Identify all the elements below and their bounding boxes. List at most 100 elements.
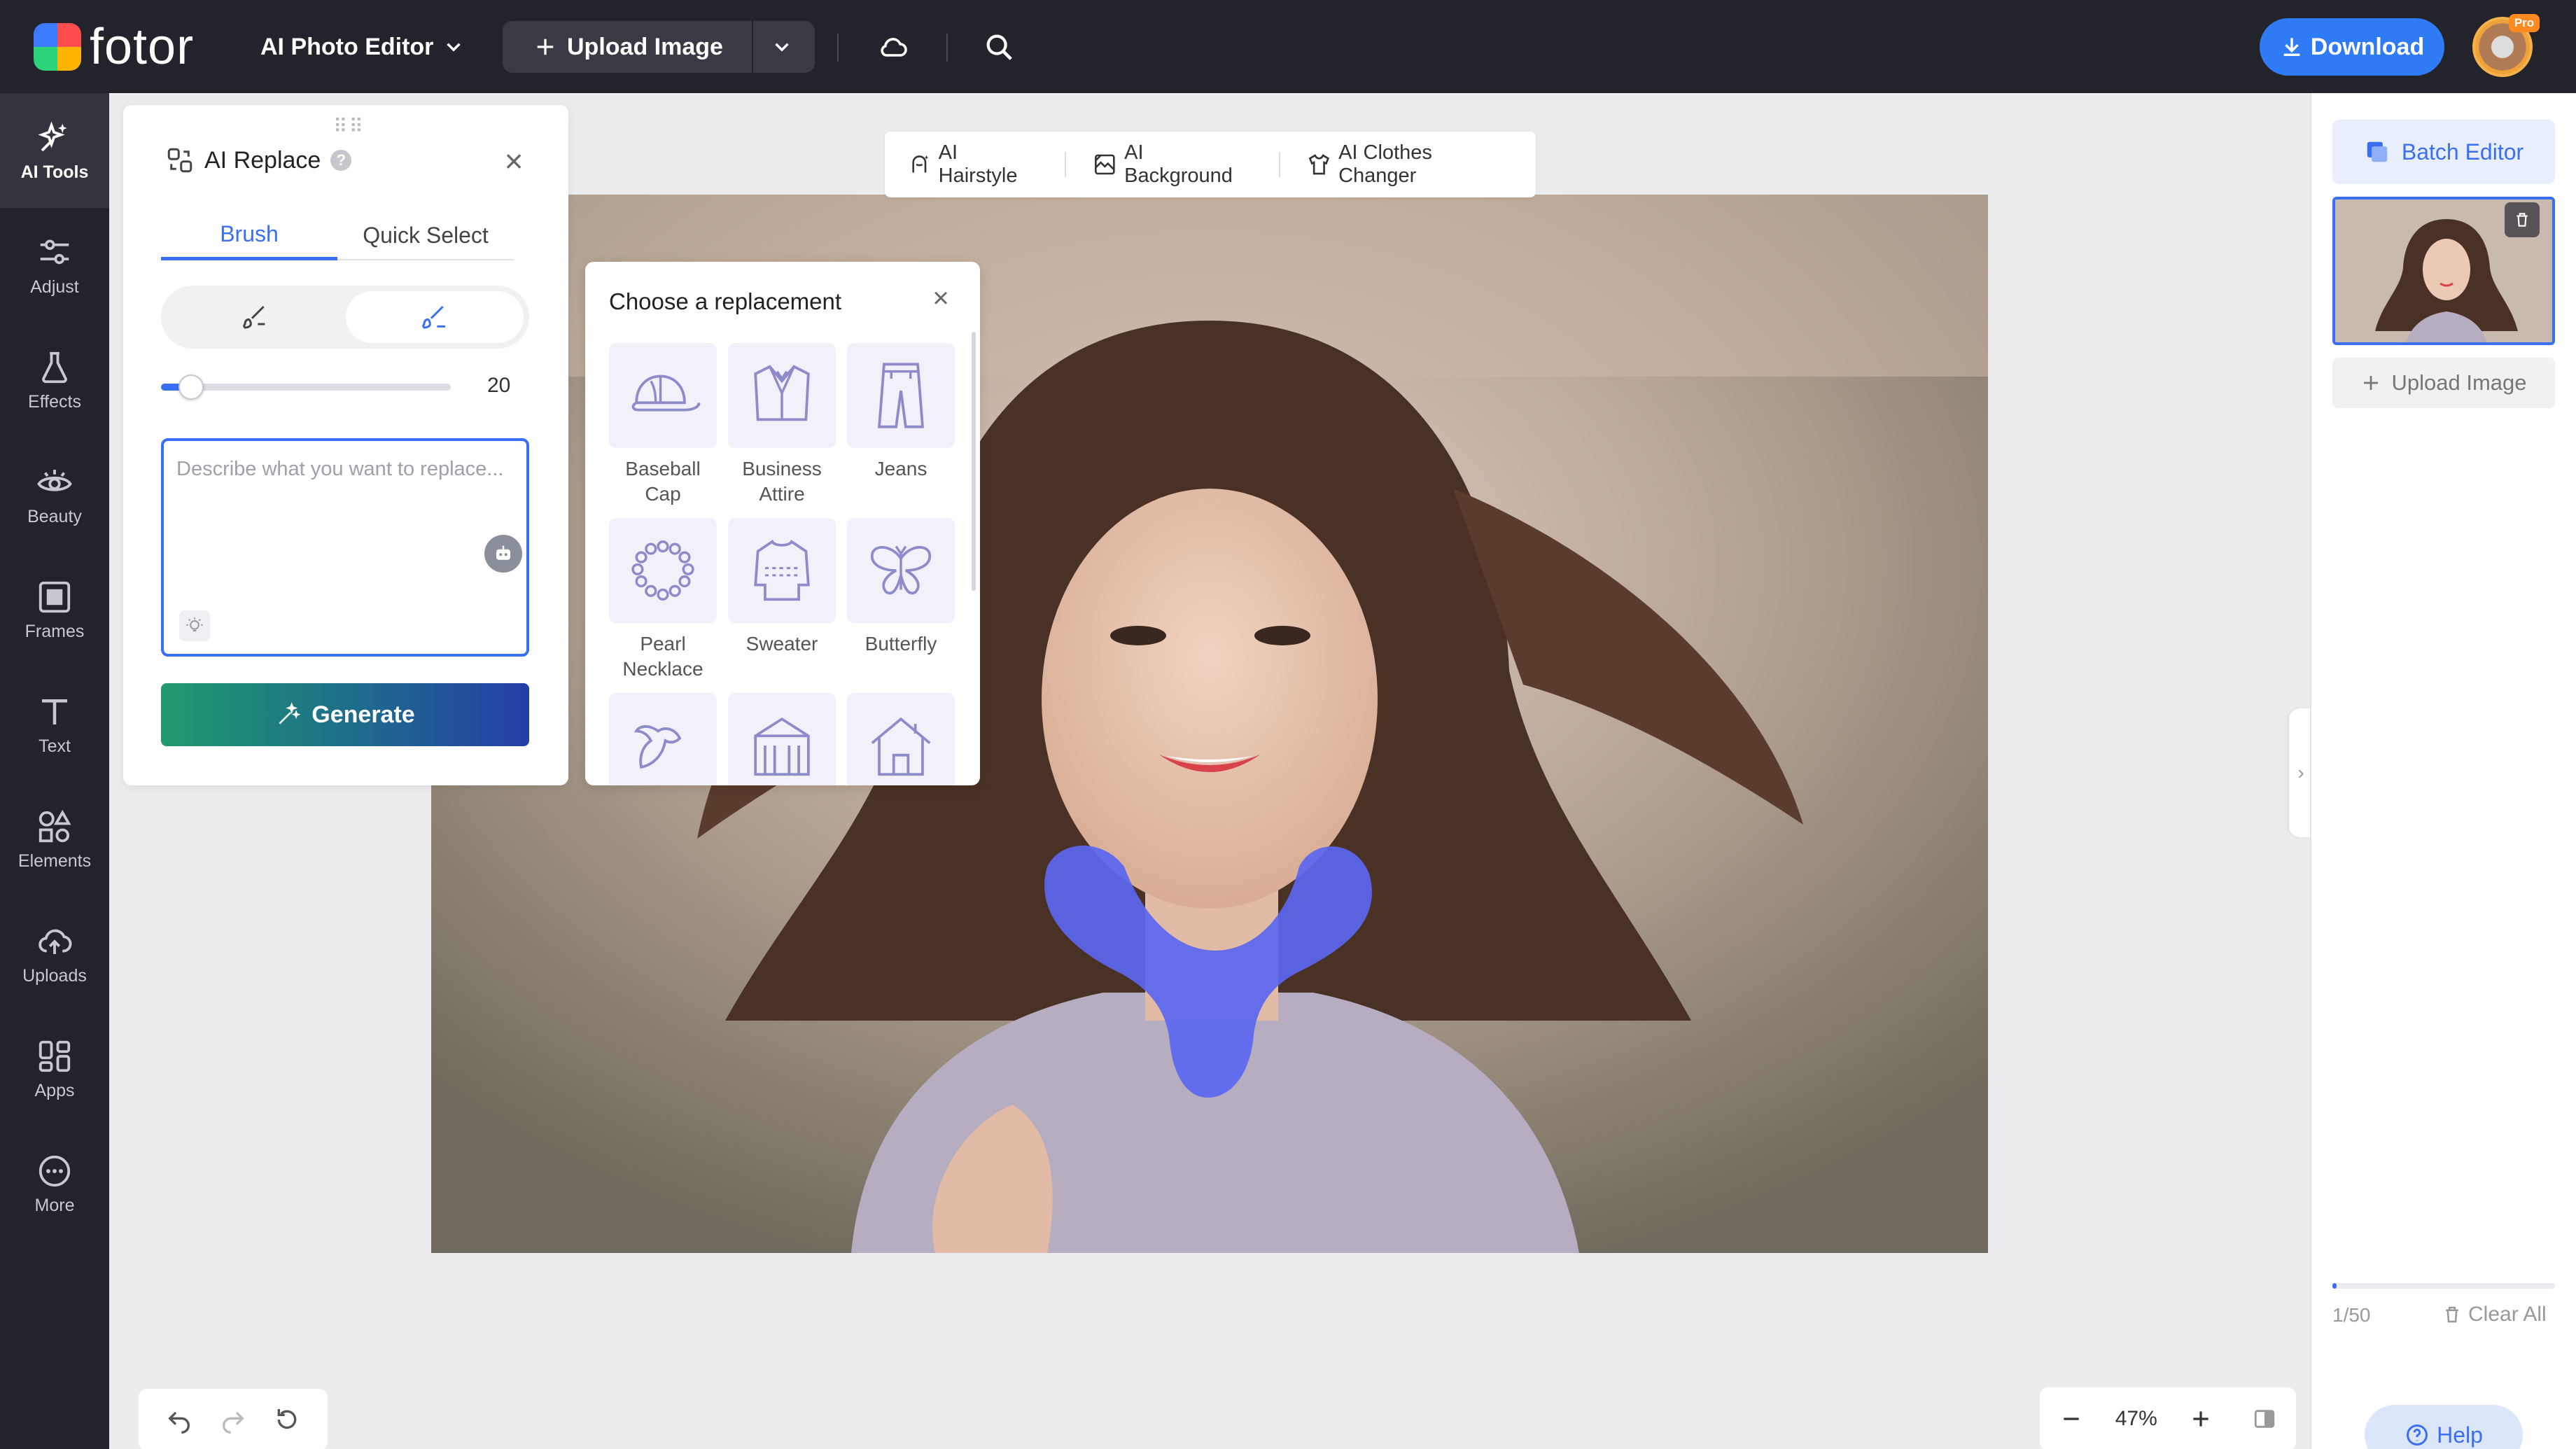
chip-label: AI Hairstyle [938, 141, 1018, 187]
replacement-label: Jeans [874, 458, 927, 479]
sidebar-item-label: Text [38, 736, 71, 756]
upload-dropdown-chevron-icon[interactable] [770, 35, 794, 59]
image-count-fill [2332, 1283, 2337, 1289]
fotor-logo[interactable]: fotor [34, 19, 194, 75]
jeans-icon [878, 363, 924, 428]
close-icon[interactable]: × [497, 145, 531, 179]
replacement-label: Baseball Cap [625, 458, 701, 505]
sidebar-item-ai-tools[interactable]: AI Tools [0, 93, 109, 208]
zoom-level[interactable]: 47% [2115, 1407, 2157, 1431]
replacement-house[interactable] [847, 693, 955, 785]
replacement-jeans[interactable]: Jeans [847, 343, 955, 482]
ai-feature-chips: AI Hairstyle AI Background AI Clothes Ch… [885, 132, 1536, 197]
logo-text: fotor [90, 19, 195, 75]
sidebar-item-adjust[interactable]: Adjust [0, 208, 109, 323]
search-icon[interactable] [983, 21, 1015, 73]
picker-scrollbar[interactable] [972, 332, 976, 591]
batch-editor-label: Batch Editor [2401, 139, 2524, 164]
help-label: Help [2437, 1422, 2483, 1448]
sidebar-item-label: Uploads [22, 965, 87, 986]
replacement-building[interactable] [728, 693, 836, 785]
zoom-out-icon[interactable] [2052, 1399, 2091, 1438]
replacement-tile [609, 693, 717, 785]
slider-handle[interactable] [178, 374, 204, 400]
clear-all-button[interactable]: Clear All [2442, 1303, 2547, 1326]
replacement-butterfly[interactable]: Butterfly [847, 518, 955, 657]
butterfly-icon [870, 545, 932, 595]
ai-background-chip[interactable]: AI Background [1093, 141, 1252, 188]
house-icon [871, 717, 931, 776]
undo-icon[interactable] [160, 1400, 199, 1439]
cloud-upload-icon [38, 929, 72, 954]
shapes-icon [38, 809, 71, 842]
toolbar-divider [837, 34, 839, 62]
batch-editor-button[interactable]: Batch Editor [2332, 120, 2555, 184]
upload-image-label: Upload Image [567, 33, 723, 60]
pro-badge: Pro [2509, 14, 2540, 32]
sidebar-item-more[interactable]: More [0, 1126, 109, 1241]
business-attire-icon [754, 365, 810, 421]
delete-thumbnail-icon[interactable] [2505, 202, 2540, 237]
brush-mode-toggle [161, 286, 529, 349]
sidebar-item-beauty[interactable]: Beauty [0, 438, 109, 552]
eraser-brush-button[interactable] [167, 291, 344, 343]
help-icon[interactable]: ? [330, 150, 352, 171]
help-button[interactable]: Help [2365, 1405, 2523, 1449]
zoom-in-icon[interactable] [2181, 1399, 2220, 1438]
download-label: Download [2310, 33, 2425, 60]
frame-icon [38, 581, 71, 612]
replacement-bird[interactable] [609, 693, 717, 785]
replacement-label: Butterfly [864, 633, 937, 654]
download-button[interactable]: Download [2260, 18, 2444, 76]
ai-replace-icon [167, 148, 192, 173]
sidebar-item-effects[interactable]: Effects [0, 323, 109, 438]
tab-quick-select[interactable]: Quick Select [337, 211, 514, 260]
prompt-field[interactable] [161, 438, 529, 657]
paint-brush-button[interactable] [346, 291, 524, 343]
ai-suggest-icon[interactable] [484, 535, 522, 573]
editor-menu-label: AI Photo Editor [260, 33, 434, 60]
plus-icon [2364, 376, 2379, 390]
redo-icon[interactable] [214, 1400, 253, 1439]
sidebar-item-text[interactable]: Text [0, 667, 109, 782]
sidebar-item-apps[interactable]: Apps [0, 1011, 109, 1126]
clothes-icon [1309, 154, 1330, 175]
sidebar-item-label: Elements [18, 850, 92, 871]
close-icon[interactable]: × [925, 283, 956, 314]
lightbulb-icon[interactable] [179, 610, 210, 641]
ai-clothes-changer-chip[interactable]: AI Clothes Changer [1307, 141, 1509, 188]
replacement-business-attire[interactable]: Business Attire [728, 343, 836, 507]
sweater-icon [754, 539, 810, 601]
prompt-input[interactable] [176, 454, 512, 566]
right-panel: Batch Editor Upload Image 1/50 Clear All… [2310, 93, 2576, 1449]
upload-image-side-button[interactable]: Upload Image [2332, 358, 2555, 408]
replacement-tile [609, 343, 717, 448]
sidebar-item-uploads[interactable]: Uploads [0, 897, 109, 1011]
collapse-right-panel-chevron-icon[interactable]: › [2289, 708, 2313, 837]
image-count: 1/50 [2332, 1304, 2371, 1326]
generate-button[interactable]: Generate [161, 683, 529, 746]
brush-size-slider[interactable] [161, 374, 451, 400]
upload-divider [752, 21, 753, 73]
replacement-tile [728, 518, 836, 623]
compare-icon[interactable] [2245, 1399, 2284, 1438]
sidebar-item-label: Frames [24, 621, 85, 641]
paint-brush-icon [422, 305, 445, 329]
ai-hairstyle-chip[interactable]: AI Hairstyle [907, 141, 1038, 188]
background-icon [1095, 154, 1116, 175]
sidebar-item-elements[interactable]: Elements [0, 782, 109, 897]
ai-replace-panel: ⠿⠿ AI Replace ? × Brush Quick Select 20 … [123, 105, 568, 785]
replacement-pearl-necklace[interactable]: Pearl Necklace [609, 518, 717, 682]
ai-photo-editor-menu[interactable]: AI Photo Editor [260, 21, 465, 73]
replacement-baseball-cap[interactable]: Baseball Cap [609, 343, 717, 507]
cloud-icon[interactable] [876, 21, 910, 73]
sidebar-item-frames[interactable]: Frames [0, 552, 109, 667]
drag-handle-icon[interactable]: ⠿⠿ [333, 115, 365, 138]
upload-image-button[interactable]: Upload Image [503, 21, 815, 73]
sparkle-icon [38, 120, 67, 151]
apps-icon [38, 1040, 71, 1072]
reset-icon[interactable] [267, 1400, 307, 1439]
replacement-sweater[interactable]: Sweater [728, 518, 836, 657]
chip-divider [1279, 152, 1281, 177]
tab-brush[interactable]: Brush [161, 211, 337, 260]
